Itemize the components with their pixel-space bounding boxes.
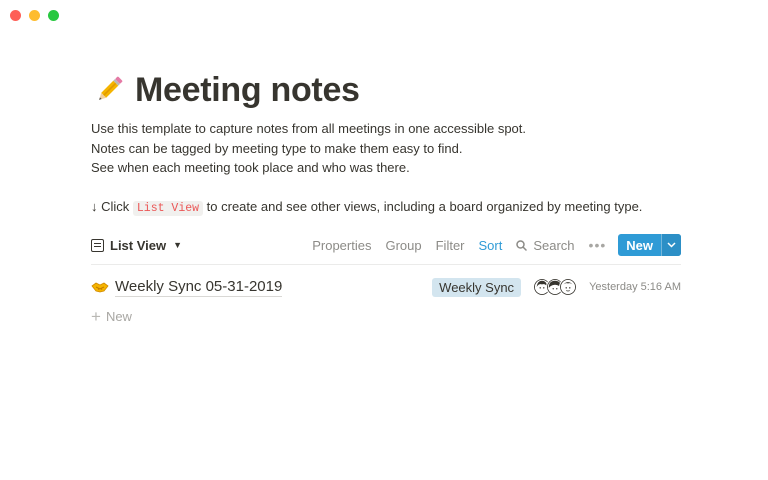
pencil-icon[interactable] (91, 72, 127, 108)
window-controls (10, 10, 59, 21)
properties-button[interactable]: Properties (312, 238, 371, 253)
chevron-down-icon (667, 242, 676, 248)
add-new-label: New (105, 309, 132, 324)
search-icon (516, 239, 528, 251)
close-window-button[interactable] (10, 10, 21, 21)
maximize-window-button[interactable] (48, 10, 59, 21)
meeting-type-tag: Weekly Sync (432, 277, 522, 297)
inline-code: List View (132, 201, 204, 216)
toolbar-divider (91, 264, 681, 265)
new-dropdown-button[interactable] (661, 234, 681, 256)
row-title[interactable]: Weekly Sync 05-31-2019 (115, 278, 283, 297)
sort-button[interactable]: Sort (479, 238, 503, 253)
page-title: Meeting notes (135, 70, 360, 109)
description-line: See when each meeting took place and who… (91, 160, 410, 175)
page-description: Use this template to capture notes from … (91, 119, 681, 219)
view-switcher[interactable]: List View ▼ (91, 238, 182, 253)
list-item[interactable]: Weekly Sync 05-31-2019 Weekly Sync Yeste… (91, 276, 681, 298)
filter-button[interactable]: Filter (436, 238, 465, 253)
add-new-row-button[interactable]: + New (91, 308, 132, 325)
description-line: Notes can be tagged by meeting type to m… (91, 140, 463, 156)
page-header: Meeting notes Use this template to captu… (91, 68, 681, 219)
participants (533, 278, 578, 296)
hint-rest-text: to create and see other views, including… (206, 199, 643, 214)
description-line: Use this template to capture notes from … (91, 121, 526, 136)
search-label: Search (533, 237, 575, 253)
avatar-3[interactable] (559, 278, 578, 296)
database-toolbar: List View ▼ Properties Group Filter Sort… (91, 232, 681, 258)
minimize-window-button[interactable] (29, 10, 40, 21)
list-view-icon (91, 238, 104, 252)
toolbar-actions: Properties Group Filter Sort Search ••• … (298, 234, 681, 256)
hint-arrow-text: ↓ Click (91, 199, 130, 214)
row-timestamp: Yesterday 5:16 AM (589, 281, 681, 293)
new-button[interactable]: New (618, 234, 681, 256)
hint-line: ↓ Click List View to create and see othe… (91, 197, 681, 219)
handshake-icon (91, 282, 109, 293)
more-options-icon[interactable]: ••• (589, 237, 607, 253)
plus-icon: + (91, 307, 101, 326)
group-button[interactable]: Group (385, 238, 421, 253)
view-label: List View (110, 237, 167, 253)
search-button[interactable]: Search (516, 237, 575, 253)
chevron-down-icon: ▼ (173, 240, 183, 250)
new-button-label[interactable]: New (618, 234, 661, 256)
